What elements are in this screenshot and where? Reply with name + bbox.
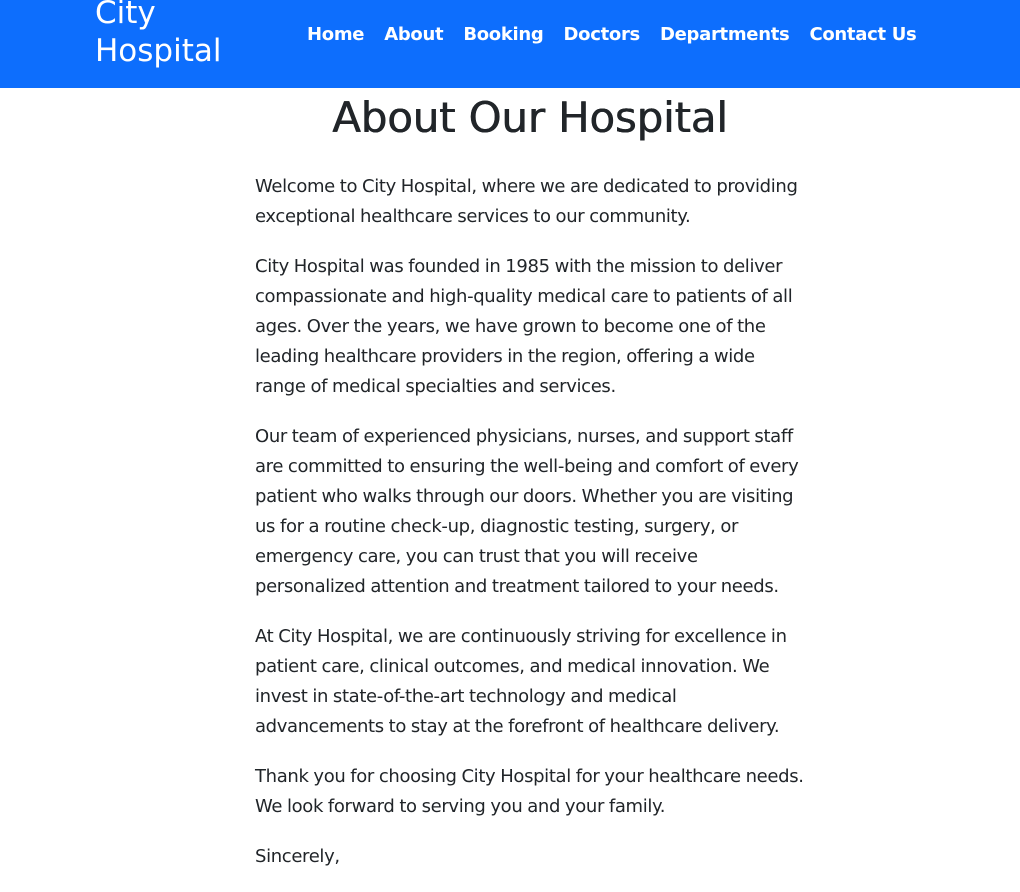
paragraph-thanks: Thank you for choosing City Hospital for… [255, 766, 804, 817]
about-article: Welcome to City Hospital, where we are d… [255, 172, 807, 892]
navbar: City Hospital Home About Booking Doctors… [0, 0, 1020, 88]
nav-links: Home About Booking Doctors Departments C… [307, 22, 917, 48]
paragraph-welcome: Welcome to City Hospital, where we are d… [255, 176, 798, 227]
paragraph-excellence: At City Hospital, we are continuously st… [255, 626, 787, 737]
nav-link-about[interactable]: About [384, 22, 443, 48]
paragraph-history: City Hospital was founded in 1985 with t… [255, 256, 793, 397]
paragraph-signoff: Sincerely, [255, 846, 340, 867]
nav-link-contact-us[interactable]: Contact Us [809, 22, 916, 48]
brand-logo-link[interactable]: City Hospital [95, 0, 221, 70]
page-title: About Our Hospital [332, 93, 728, 142]
paragraph-team: Our team of experienced physicians, nurs… [255, 426, 799, 597]
nav-link-doctors[interactable]: Doctors [564, 22, 641, 48]
nav-link-booking[interactable]: Booking [463, 22, 544, 48]
nav-link-home[interactable]: Home [307, 22, 365, 48]
nav-link-departments[interactable]: Departments [660, 22, 790, 48]
